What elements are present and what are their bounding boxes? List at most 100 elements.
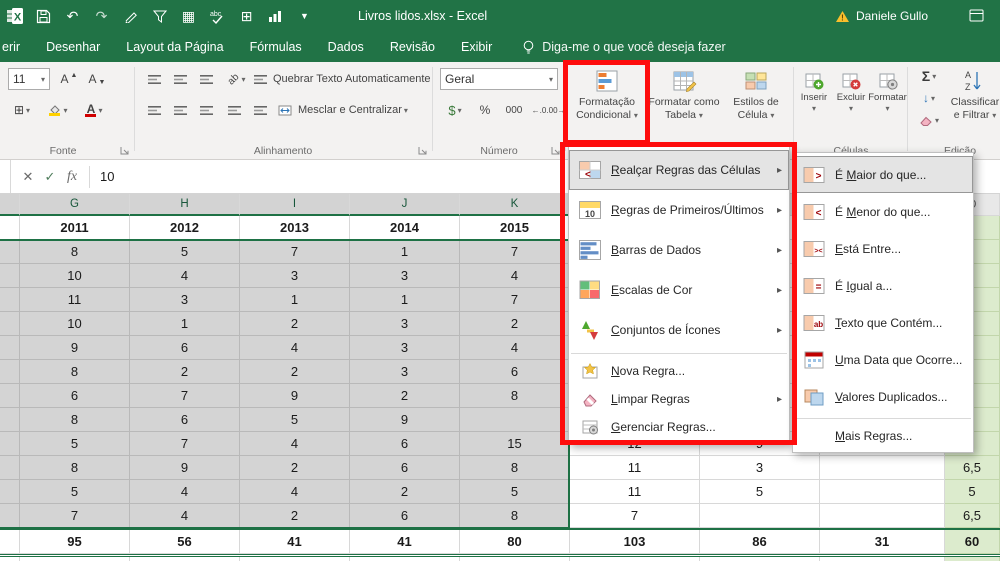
grid-cell[interactable]: 8 [460, 456, 570, 480]
grid-cell[interactable] [0, 264, 20, 288]
align-bottom-button[interactable] [194, 68, 218, 90]
menu-item-nova-regra[interactable]: Nova Regra... [569, 357, 789, 385]
grid-cell[interactable]: 4 [240, 480, 350, 504]
grid-cell[interactable]: 2 [130, 360, 240, 384]
grid-cell[interactable]: 6 [20, 384, 130, 408]
grid-cell[interactable] [820, 504, 945, 528]
currency-format-button[interactable]: $ ▾ [440, 98, 470, 122]
grid-cell[interactable] [820, 456, 945, 480]
confirm-entry-button[interactable]: ✓ [39, 169, 61, 185]
tab-inserir-partial[interactable]: erir [2, 40, 20, 54]
align-top-button[interactable] [142, 68, 166, 90]
grid-cell[interactable]: 10 [20, 264, 130, 288]
grid-cell[interactable]: 9 [240, 384, 350, 408]
column-header[interactable] [0, 194, 20, 216]
grid-cell[interactable]: 6 [130, 336, 240, 360]
grid-cell[interactable]: 8 [20, 456, 130, 480]
undo-button[interactable]: ↶ [64, 8, 81, 25]
grid-cell[interactable] [20, 557, 130, 561]
grid-cell[interactable] [0, 456, 20, 480]
grid-cell[interactable]: 3 [130, 288, 240, 312]
grid-cell[interactable]: 8 [460, 504, 570, 528]
grid-cell[interactable]: 4 [240, 432, 350, 456]
grid-cell[interactable]: 11 [570, 456, 700, 480]
grid-cell[interactable]: 3 [350, 360, 460, 384]
column-header[interactable]: H [130, 194, 240, 216]
grid-cell[interactable] [0, 360, 20, 384]
grid-cell[interactable]: 4 [460, 336, 570, 360]
decrease-font-size-button[interactable]: A▼ [84, 68, 110, 90]
grid-cell[interactable]: 2 [240, 504, 350, 528]
grid-cell[interactable] [0, 240, 20, 264]
grid-cell[interactable]: 6,5 [945, 456, 1000, 480]
filter-button[interactable] [151, 8, 168, 25]
menu-item-realcar-regras-das-celulas[interactable]: <Realçar Regras das Células▸ [569, 150, 789, 190]
menu-item-uma-data-que-ocorre[interactable]: Uma Data que Ocorre... [793, 341, 973, 378]
grid-cell[interactable] [820, 557, 945, 561]
grid-cell[interactable]: 56 [130, 530, 240, 554]
grid-cell[interactable] [0, 557, 20, 561]
grid-cell[interactable]: 3 [350, 312, 460, 336]
tab-dados[interactable]: Dados [328, 40, 364, 54]
grid-cell[interactable]: 1 [240, 288, 350, 312]
grid-cell[interactable]: 5 [20, 480, 130, 504]
grid-cell[interactable]: 7 [460, 240, 570, 264]
grid-cell[interactable] [820, 480, 945, 504]
grid-cell[interactable] [460, 557, 570, 561]
grid-cell[interactable]: 8 [20, 360, 130, 384]
menu-item-e-menor-do-que[interactable]: <É Menor do que... [793, 193, 973, 230]
menu-item-e-maior-do-que[interactable]: >É Maior do que... [793, 156, 973, 193]
grid-cell[interactable]: 2 [240, 456, 350, 480]
grid-cell[interactable]: 31 [820, 530, 945, 554]
decrease-decimal-button[interactable]: .00→ [548, 98, 564, 122]
align-middle-button[interactable] [168, 68, 192, 90]
grid-cell[interactable]: 6 [350, 456, 460, 480]
grid-cell[interactable]: 7 [130, 384, 240, 408]
grid-cell[interactable]: 3 [240, 264, 350, 288]
grid-cell[interactable] [0, 336, 20, 360]
table-button[interactable]: ⊞ [238, 8, 255, 25]
grid-cell[interactable] [0, 288, 20, 312]
wrap-text-button[interactable]: Quebrar Texto Automaticamente [254, 66, 428, 92]
cell-styles-button[interactable]: Estilos de Célula ▾ [722, 65, 790, 145]
grid-cell[interactable]: 2 [240, 312, 350, 336]
alinhamento-dialog-launcher[interactable] [418, 146, 429, 157]
tab-formulas[interactable]: Fórmulas [250, 40, 302, 54]
grid-cell[interactable]: 9 [350, 408, 460, 432]
grid-cell[interactable]: 4 [240, 336, 350, 360]
grid-cell[interactable]: 2013 [240, 216, 350, 240]
cancel-entry-button[interactable]: ✕ [17, 169, 39, 185]
grid-cell[interactable] [0, 530, 20, 554]
name-box-partial[interactable] [0, 160, 11, 193]
grid-cell[interactable]: 8 [460, 384, 570, 408]
numero-dialog-launcher[interactable] [551, 146, 562, 157]
grid-cell[interactable] [700, 504, 820, 528]
grid-cell[interactable] [945, 557, 1000, 561]
align-center-button[interactable] [168, 98, 192, 122]
grid-cell[interactable] [0, 312, 20, 336]
format-cells-button[interactable]: Formatar ▾ [869, 67, 906, 141]
grid-cell[interactable]: 6 [350, 432, 460, 456]
fill-button[interactable]: ↓ ▾ [912, 88, 946, 108]
grid-cell[interactable]: 2012 [130, 216, 240, 240]
menu-item-escalas-de-cor[interactable]: Escalas de Cor▸ [569, 270, 789, 310]
column-header[interactable]: I [240, 194, 350, 216]
grid-cell[interactable]: 8 [20, 408, 130, 432]
grid-cell[interactable] [0, 504, 20, 528]
menu-item-barras-de-dados[interactable]: Barras de Dados▸ [569, 230, 789, 270]
increase-font-size-button[interactable]: A▲ [56, 68, 82, 90]
menu-item-regras-de-primeiros-ultimos[interactable]: 10Regras de Primeiros/Últimos▸ [569, 190, 789, 230]
sort-filter-button[interactable]: AZ Classificar e Filtrar ▾ [950, 65, 1000, 145]
redo-button[interactable]: ↷ [93, 8, 110, 25]
save-button[interactable] [35, 8, 52, 25]
grid-cell[interactable]: 9 [20, 336, 130, 360]
grid-cell[interactable]: 7 [20, 504, 130, 528]
grid-cell[interactable]: 10 [20, 312, 130, 336]
grid-cell[interactable]: 4 [130, 480, 240, 504]
grid-cell[interactable]: 5 [20, 432, 130, 456]
grid-cell[interactable]: 11 [570, 480, 700, 504]
grid-cell[interactable]: 2014 [350, 216, 460, 240]
grid-cell[interactable]: 8 [20, 240, 130, 264]
account-info[interactable]: ! Daniele Gullo [835, 0, 928, 32]
grid-cell[interactable]: 4 [130, 504, 240, 528]
